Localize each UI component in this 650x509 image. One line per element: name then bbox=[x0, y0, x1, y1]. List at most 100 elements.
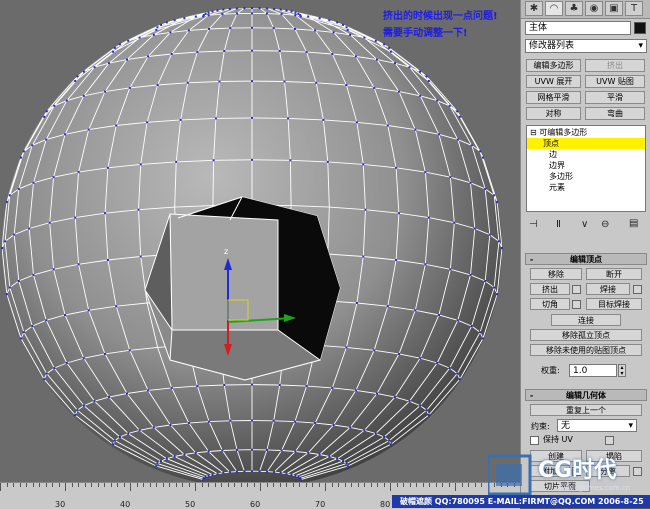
modifier-stack[interactable]: ⊟ 可编辑多边形 顶点 边 边界 多边形 元素 bbox=[526, 125, 646, 212]
vertex-point[interactable] bbox=[222, 471, 225, 474]
vertex-point[interactable] bbox=[336, 21, 339, 24]
vertex-point[interactable] bbox=[328, 455, 331, 458]
vertex-point[interactable] bbox=[484, 280, 487, 282]
vertex-point[interactable] bbox=[186, 81, 189, 84]
vertex-point[interactable] bbox=[376, 392, 378, 395]
vertex-point[interactable] bbox=[146, 121, 149, 124]
weight-spinner-field[interactable]: 1.0 bbox=[569, 364, 617, 377]
vertex-point[interactable] bbox=[43, 378, 46, 381]
vertex-point[interactable] bbox=[383, 436, 386, 438]
vertex-point[interactable] bbox=[482, 156, 484, 159]
vertex-point[interactable] bbox=[427, 80, 430, 82]
vertex-point[interactable] bbox=[408, 66, 411, 69]
vertex-point[interactable] bbox=[45, 372, 48, 375]
vertex-point[interactable] bbox=[115, 305, 118, 308]
vertex-point[interactable] bbox=[336, 457, 339, 460]
vertex-point[interactable] bbox=[64, 133, 67, 136]
vertex-point[interactable] bbox=[318, 453, 321, 456]
chamfer-settings-icon[interactable] bbox=[572, 300, 581, 309]
vertex-point[interactable] bbox=[349, 33, 352, 36]
vertex-point[interactable] bbox=[207, 474, 210, 477]
modifier-button-edit-poly[interactable]: 编辑多边形 bbox=[526, 59, 581, 72]
vertex-point[interactable] bbox=[218, 80, 221, 83]
vertex-point[interactable] bbox=[419, 70, 422, 73]
remove-button[interactable]: 移除 bbox=[530, 268, 582, 280]
vertex-point[interactable] bbox=[294, 11, 297, 14]
vertex-point[interactable] bbox=[482, 337, 484, 340]
modifier-button-meshsmooth[interactable]: 网格平滑 bbox=[526, 91, 581, 104]
vertex-point[interactable] bbox=[470, 325, 473, 328]
break-button[interactable]: 断开 bbox=[586, 268, 642, 280]
vertex-point[interactable] bbox=[202, 14, 205, 17]
preserve-uv-checkbox[interactable] bbox=[530, 436, 539, 445]
collapse-icon[interactable]: ⊟ bbox=[530, 128, 537, 137]
vertex-point[interactable] bbox=[87, 128, 90, 131]
target-weld-button[interactable]: 目标焊接 bbox=[586, 298, 642, 310]
vertex-point[interactable] bbox=[113, 46, 116, 49]
vertex-point[interactable] bbox=[82, 70, 85, 73]
vertex-point[interactable] bbox=[493, 286, 496, 289]
vertex-point[interactable] bbox=[427, 414, 430, 416]
vertex-point[interactable] bbox=[437, 314, 440, 316]
vertex-point[interactable] bbox=[497, 240, 500, 243]
modifier-button-uvw-unwrap[interactable]: UVW 展开 bbox=[526, 75, 581, 88]
vertex-point[interactable] bbox=[152, 426, 155, 429]
vertex-point[interactable] bbox=[283, 80, 286, 83]
vertex-point[interactable] bbox=[8, 194, 11, 197]
vertex-point[interactable] bbox=[355, 302, 358, 304]
vertex-point[interactable] bbox=[449, 176, 452, 179]
vertex-point[interactable] bbox=[17, 280, 20, 282]
vertex-point[interactable] bbox=[389, 50, 392, 53]
vertex-point[interactable] bbox=[419, 404, 422, 407]
vertex-point[interactable] bbox=[216, 9, 219, 12]
vertex-point[interactable] bbox=[346, 28, 349, 31]
chamfer-button[interactable]: 切角 bbox=[530, 298, 570, 310]
vertex-point[interactable] bbox=[126, 58, 128, 61]
vertex-point[interactable] bbox=[332, 31, 335, 34]
show-end-result-icon[interactable]: Ⅱ bbox=[556, 219, 561, 230]
vertex-point[interactable] bbox=[251, 470, 253, 473]
vertex-point[interactable] bbox=[173, 19, 176, 22]
vertex-point[interactable] bbox=[484, 187, 487, 190]
configure-icon[interactable]: ▤ bbox=[629, 218, 638, 229]
vertex-point[interactable] bbox=[425, 75, 428, 78]
vertex-point[interactable] bbox=[45, 110, 48, 113]
vertex-point[interactable] bbox=[113, 439, 116, 442]
vertex-point[interactable] bbox=[397, 212, 400, 215]
vertex-point[interactable] bbox=[314, 29, 317, 32]
vertex-point[interactable] bbox=[386, 124, 389, 127]
vertex-point[interactable] bbox=[342, 460, 344, 463]
vertex-point[interactable] bbox=[138, 429, 141, 432]
stack-item-editable-poly[interactable]: ⊟ 可编辑多边形 bbox=[527, 127, 648, 138]
vertex-point[interactable] bbox=[179, 118, 182, 121]
vertex-point[interactable] bbox=[228, 471, 231, 474]
make-unique-icon[interactable]: ∨ bbox=[581, 219, 588, 230]
vertex-point[interactable] bbox=[183, 453, 186, 456]
vertex-point[interactable] bbox=[389, 443, 392, 446]
vertex-point[interactable] bbox=[76, 409, 79, 412]
vertex-point[interactable] bbox=[207, 450, 210, 453]
vertex-point[interactable] bbox=[436, 99, 439, 102]
vertex-point[interactable] bbox=[208, 420, 211, 423]
vertex-point[interactable] bbox=[289, 159, 292, 162]
vertex-point[interactable] bbox=[187, 29, 190, 32]
vertex-point[interactable] bbox=[204, 476, 207, 478]
vertex-point[interactable] bbox=[207, 14, 210, 17]
vertex-point[interactable] bbox=[458, 115, 461, 118]
vertex-point[interactable] bbox=[496, 293, 499, 296]
vertex-point[interactable] bbox=[74, 216, 77, 219]
vertex-point[interactable] bbox=[345, 26, 348, 29]
vertex-point[interactable] bbox=[398, 90, 400, 93]
spinner-arrows-icon[interactable]: ▴ ▾ bbox=[618, 364, 626, 377]
vertex-point[interactable] bbox=[315, 81, 318, 84]
vertex-point[interactable] bbox=[183, 17, 186, 20]
vertex-point[interactable] bbox=[473, 227, 476, 230]
vertex-point[interactable] bbox=[456, 372, 459, 375]
vertex-point[interactable] bbox=[273, 471, 276, 474]
vertex-point[interactable] bbox=[104, 352, 106, 355]
weld-settings-icon[interactable] bbox=[633, 285, 642, 294]
vertex-point[interactable] bbox=[414, 128, 417, 131]
display-icon[interactable]: ▣ bbox=[605, 1, 623, 16]
vertex-point[interactable] bbox=[118, 43, 121, 46]
vertex-point[interactable] bbox=[346, 465, 349, 468]
